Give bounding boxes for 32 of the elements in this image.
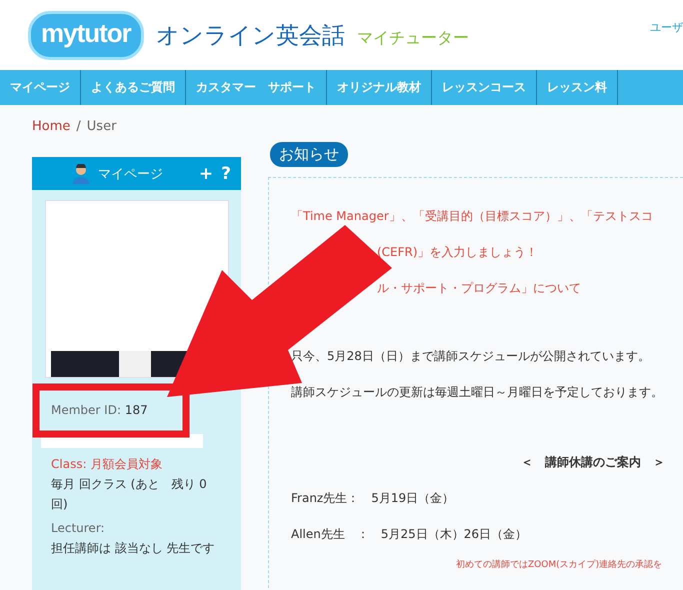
notice-text: 講師スケジュールの更新は毎週土曜日～月曜日を予定しております。	[291, 384, 664, 401]
sidebar-title: マイページ	[98, 166, 163, 182]
notice-link[interactable]: ル・サポート・プログラム」について	[377, 270, 581, 306]
notice-link[interactable]: (CEFR)」を入力しましょう！	[377, 234, 538, 270]
nav-item[interactable]: マイページ	[0, 70, 81, 105]
nav-item[interactable]: レッスンコース	[432, 70, 537, 105]
holiday-entry: Allen先生 ： 5月25日（木）26日（金）	[291, 526, 528, 543]
member-id: Member ID: 187	[50, 402, 149, 419]
notice-link[interactable]: 「Time Manager」、「受講目的（目標スコア）」、「テストスコ	[291, 198, 653, 234]
notice-text: 只今、5月28日（日）まで講師スケジュールが公開されています。	[291, 348, 651, 365]
nav-item[interactable]: レッスン料	[537, 70, 618, 105]
lecturer-value: 担任講師は 該当なし 先生です	[50, 540, 216, 557]
nav-item[interactable]: よくあるご質問	[81, 70, 186, 105]
add-button[interactable]: +	[198, 164, 214, 184]
breadcrumb-item: User	[86, 119, 116, 134]
help-button[interactable]: ?	[221, 164, 231, 184]
nav-item[interactable]: カスタマー サポート	[186, 70, 327, 105]
class-detail: 毎月 回クラス (あと 残り 0回)	[50, 476, 208, 513]
logo[interactable]: mytutor	[28, 10, 144, 60]
footnote: 初めての講師ではZOOM(スカイプ)連絡先の承認を	[456, 558, 664, 571]
person-icon	[72, 164, 90, 184]
lecturer-label: Lecturer:	[50, 520, 106, 537]
holiday-entry: Franz先生： 5月19日（金）	[291, 490, 456, 507]
site-title: オンライン英会話	[156, 22, 345, 50]
user-link[interactable]: ユーザ	[650, 20, 683, 35]
breadcrumb-separator: /	[76, 119, 81, 134]
site-subtitle: マイチューター	[356, 28, 469, 48]
holiday-heading: ＜ 講師休講のご案内 ＞	[521, 454, 666, 471]
nav-item[interactable]: オリジナル教材	[327, 70, 432, 105]
class-label: Class: 月額会員対象	[50, 456, 164, 473]
notice-badge: お知らせ	[270, 142, 348, 167]
breadcrumb-item[interactable]: Home	[32, 119, 70, 134]
